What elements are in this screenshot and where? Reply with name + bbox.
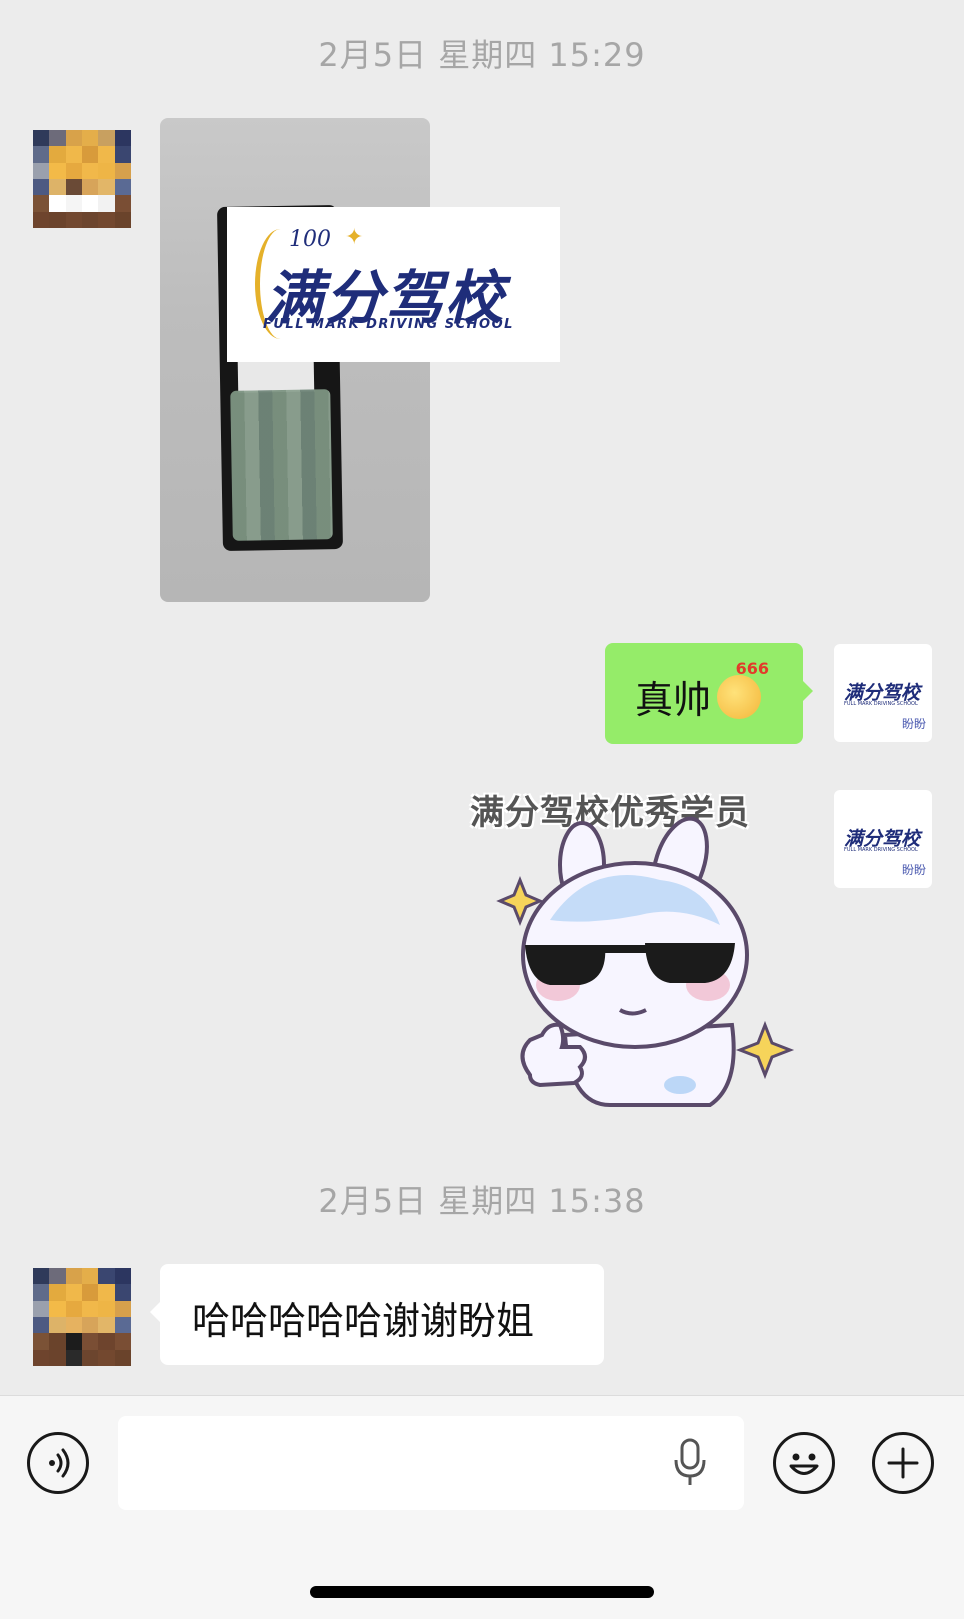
timestamp: 2月5日 星期四 15:29	[318, 36, 646, 74]
self-avatar-subtitle: FULL MARK DRIVING SCHOOL	[844, 847, 918, 853]
message-input[interactable]	[118, 1416, 744, 1510]
bunny-spot	[664, 1076, 696, 1094]
home-indicator[interactable]	[310, 1586, 654, 1598]
logo-badge: 100	[289, 227, 331, 252]
school-logo-overlay: 100 ✦ 满分驾校 FULL MARK DRIVING SCHOOL	[227, 207, 560, 362]
logo-subtitle: FULL MARK DRIVING SCHOOL	[263, 317, 514, 332]
bunny-sunglasses-sticker	[496, 816, 795, 1107]
plus-icon	[887, 1447, 919, 1479]
self-avatar[interactable]: 满分驾校 FULL MARK DRIVING SCHOOL 盼盼	[834, 790, 932, 888]
voice-icon	[49, 1448, 70, 1478]
sparkle-icon: ✦	[345, 225, 364, 250]
self-avatar-subtitle: FULL MARK DRIVING SCHOOL	[844, 701, 918, 707]
self-avatar-name: 盼盼	[901, 717, 926, 731]
mic-icon[interactable]	[672, 1438, 708, 1488]
received-message-bubble[interactable]: 哈哈哈哈哈谢谢盼姐	[150, 1264, 604, 1365]
avatar-mosaic	[33, 130, 131, 228]
timestamp: 2月5日 星期四 15:38	[318, 1182, 646, 1220]
self-avatar[interactable]: 满分驾校 FULL MARK DRIVING SCHOOL 盼盼	[834, 644, 932, 742]
more-button[interactable]	[872, 1432, 934, 1494]
voice-toggle-button[interactable]	[27, 1432, 89, 1494]
self-avatar-name: 盼盼	[901, 863, 926, 877]
666-emoji-icon: 666	[717, 659, 769, 719]
emoji-icon	[789, 1453, 819, 1475]
emoji-button[interactable]	[773, 1432, 835, 1494]
emoji-label: 666	[735, 659, 770, 678]
sent-message-text: 真帅	[635, 678, 712, 722]
avatar-mosaic	[33, 1268, 131, 1366]
input-bar	[0, 1395, 964, 1619]
sparkle-right	[735, 1020, 795, 1080]
contact-avatar[interactable]	[33, 130, 131, 228]
received-message-text: 哈哈哈哈哈谢谢盼姐	[192, 1299, 535, 1343]
sticker-message[interactable]: 满分驾校优秀学员	[470, 785, 810, 1115]
chat-area: 2月5日 星期四 15:29 100 ✦ 满分驾校 FULL MARK DRIV…	[0, 0, 964, 1395]
sent-message-bubble[interactable]: 真帅 666	[605, 643, 813, 744]
license-card	[230, 389, 333, 541]
sunglasses-bridge	[602, 945, 648, 953]
contact-avatar[interactable]	[33, 1268, 131, 1366]
